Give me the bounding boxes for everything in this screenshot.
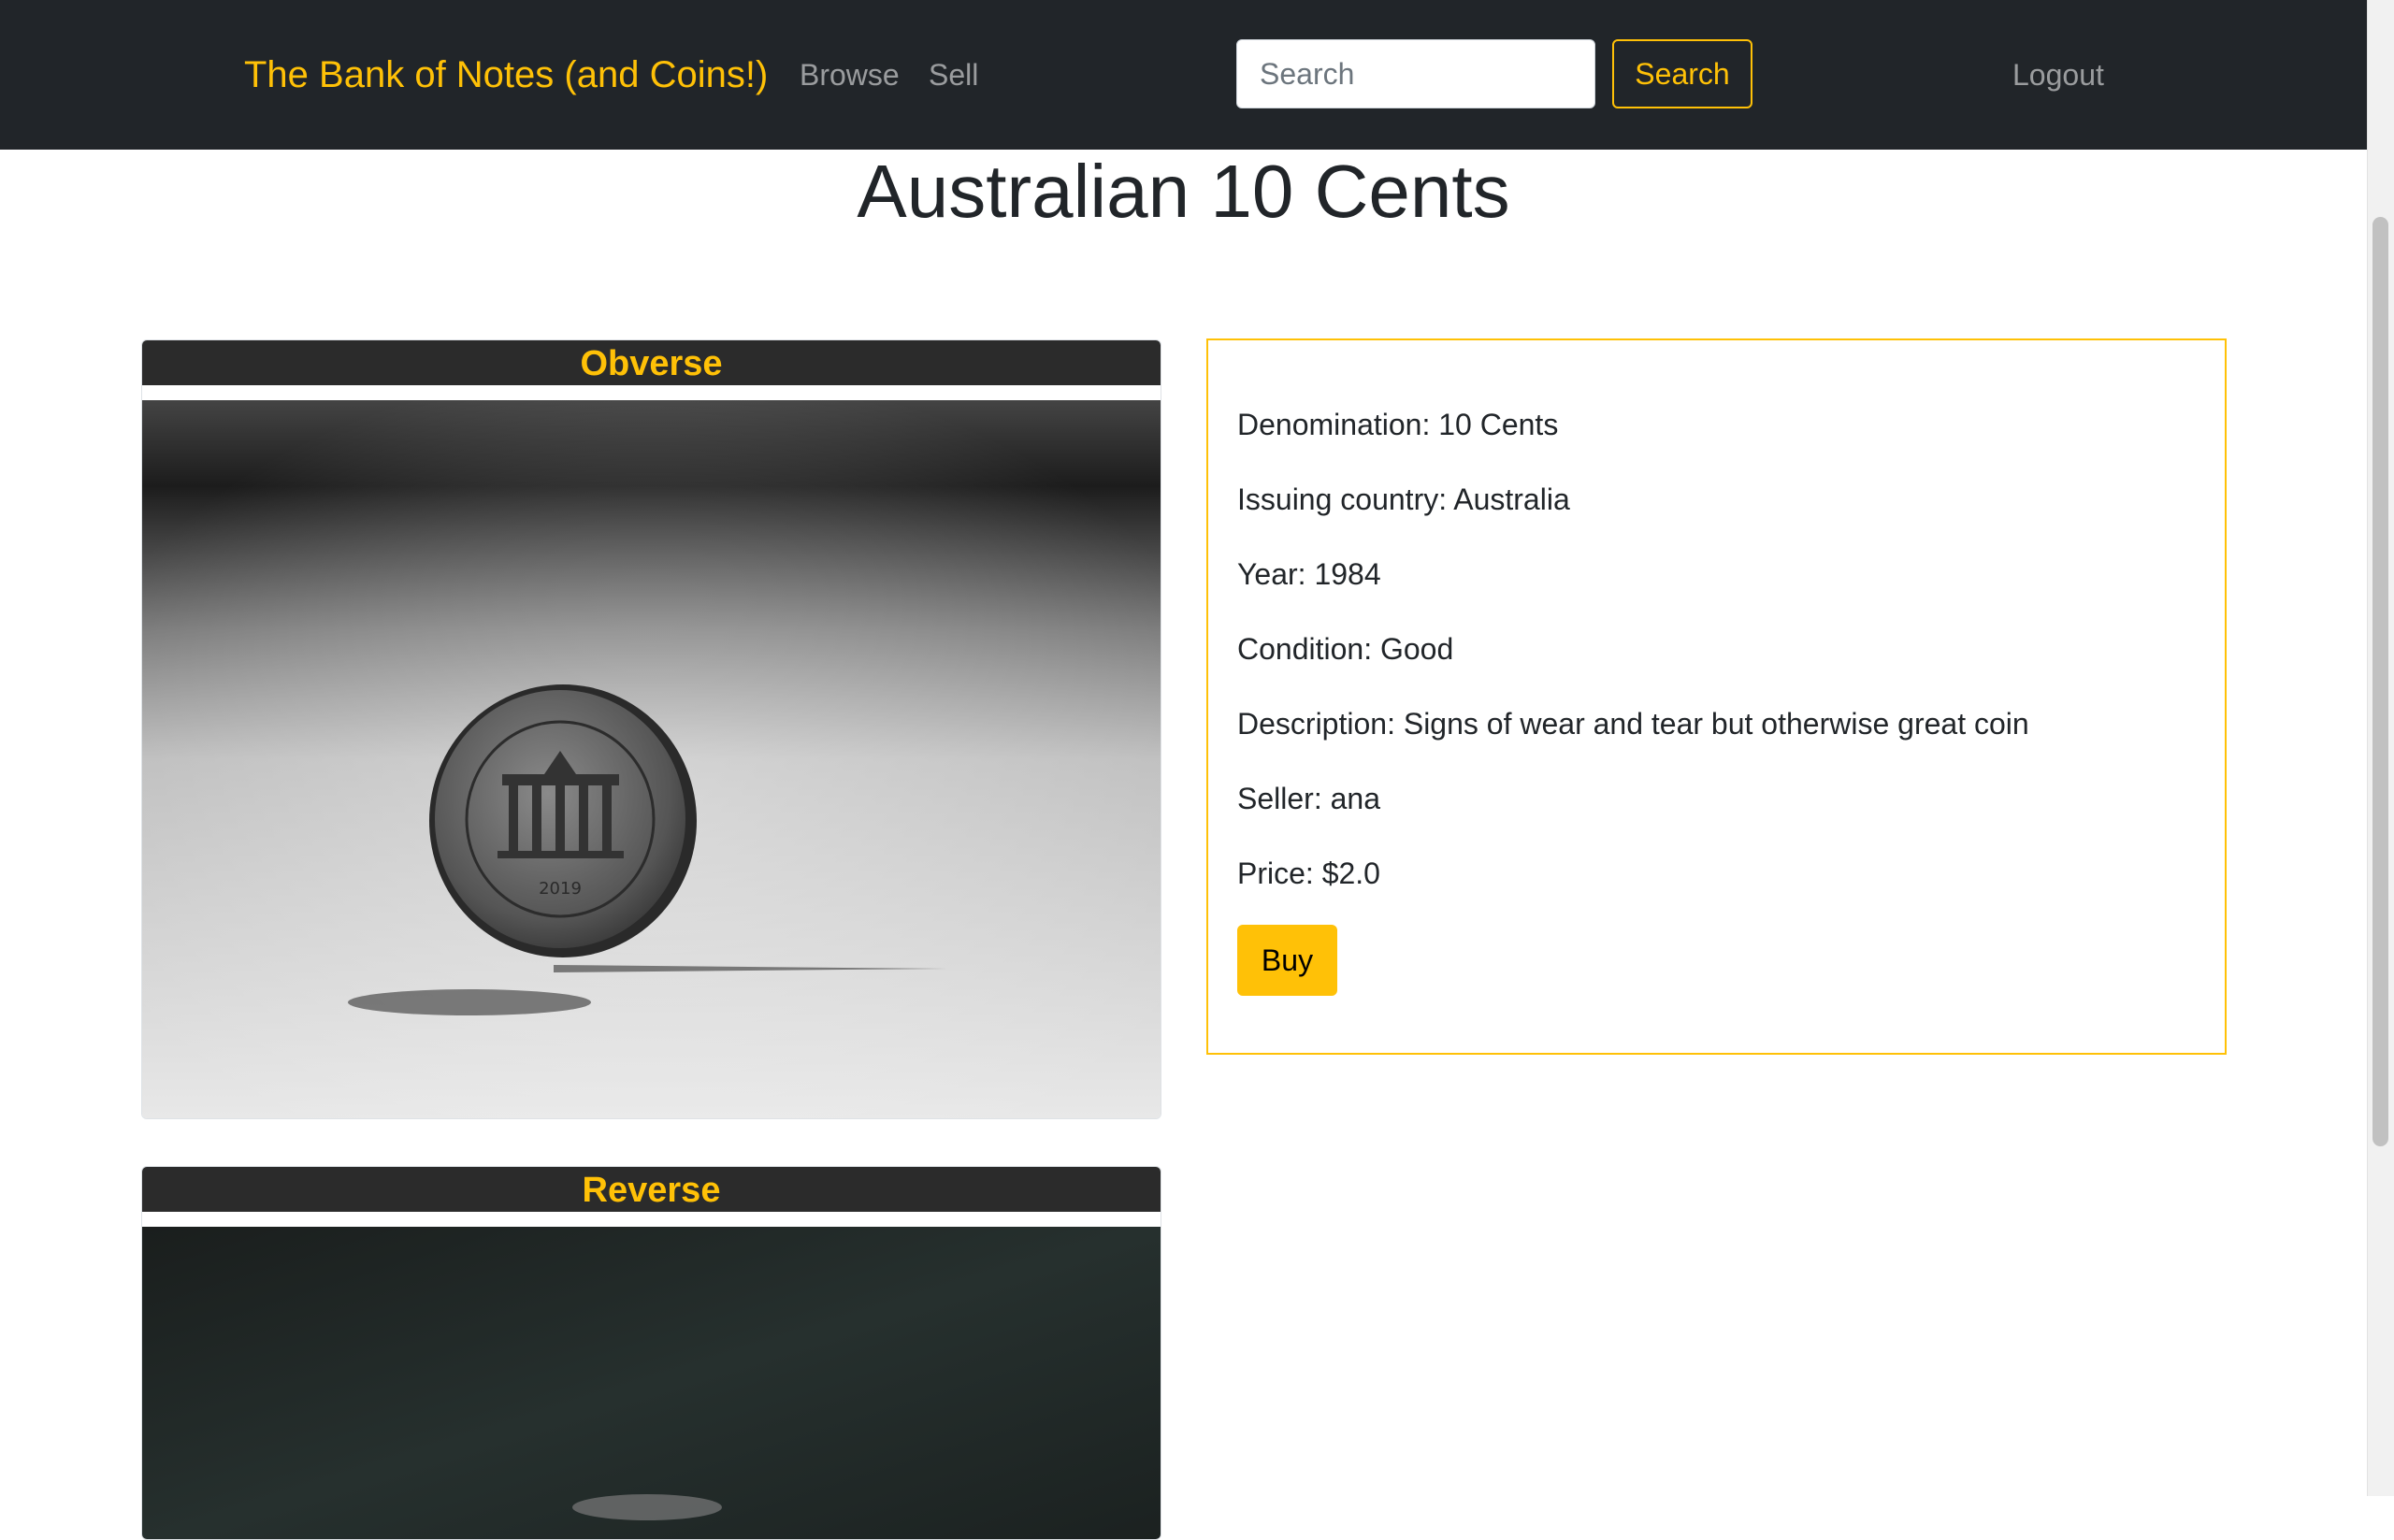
detail-condition: Condition: Good bbox=[1237, 632, 1454, 666]
obverse-card: Obverse 2019 bbox=[141, 339, 1161, 1119]
detail-year: Year: 1984 bbox=[1237, 557, 1381, 591]
nav-browse-link[interactable]: Browse bbox=[800, 50, 900, 99]
search-input[interactable] bbox=[1236, 39, 1595, 108]
coin-details-panel: Denomination: 10 Cents Issuing country: … bbox=[1206, 338, 2227, 1055]
coin-icon: 2019 bbox=[429, 684, 697, 957]
buy-button[interactable]: Buy bbox=[1237, 925, 1337, 996]
nav-sell-link[interactable]: Sell bbox=[929, 50, 978, 99]
detail-price: Price: $2.0 bbox=[1237, 856, 1380, 890]
page-scrollbar-thumb[interactable] bbox=[2372, 217, 2388, 1146]
detail-issuing-country: Issuing country: Australia bbox=[1237, 482, 1570, 516]
reverse-image bbox=[142, 1227, 1161, 1539]
reverse-header: Reverse bbox=[142, 1167, 1161, 1212]
detail-description: Description: Signs of wear and tear but … bbox=[1237, 707, 2029, 741]
brand-link[interactable]: The Bank of Notes (and Coins!) bbox=[244, 50, 768, 99]
detail-seller: Seller: ana bbox=[1237, 782, 1380, 815]
obverse-header: Obverse bbox=[142, 340, 1161, 385]
logout-link[interactable]: Logout bbox=[2012, 50, 2104, 99]
svg-text:2019: 2019 bbox=[539, 879, 582, 899]
obverse-image: 2019 bbox=[142, 400, 1161, 1118]
detail-denomination: Denomination: 10 Cents bbox=[1237, 408, 1559, 441]
reverse-card: Reverse bbox=[141, 1166, 1161, 1540]
page-title: Australian 10 Cents bbox=[857, 150, 1510, 233]
search-button[interactable]: Search bbox=[1612, 39, 1752, 108]
navbar: The Bank of Notes (and Coins!) Browse Se… bbox=[0, 0, 2367, 150]
